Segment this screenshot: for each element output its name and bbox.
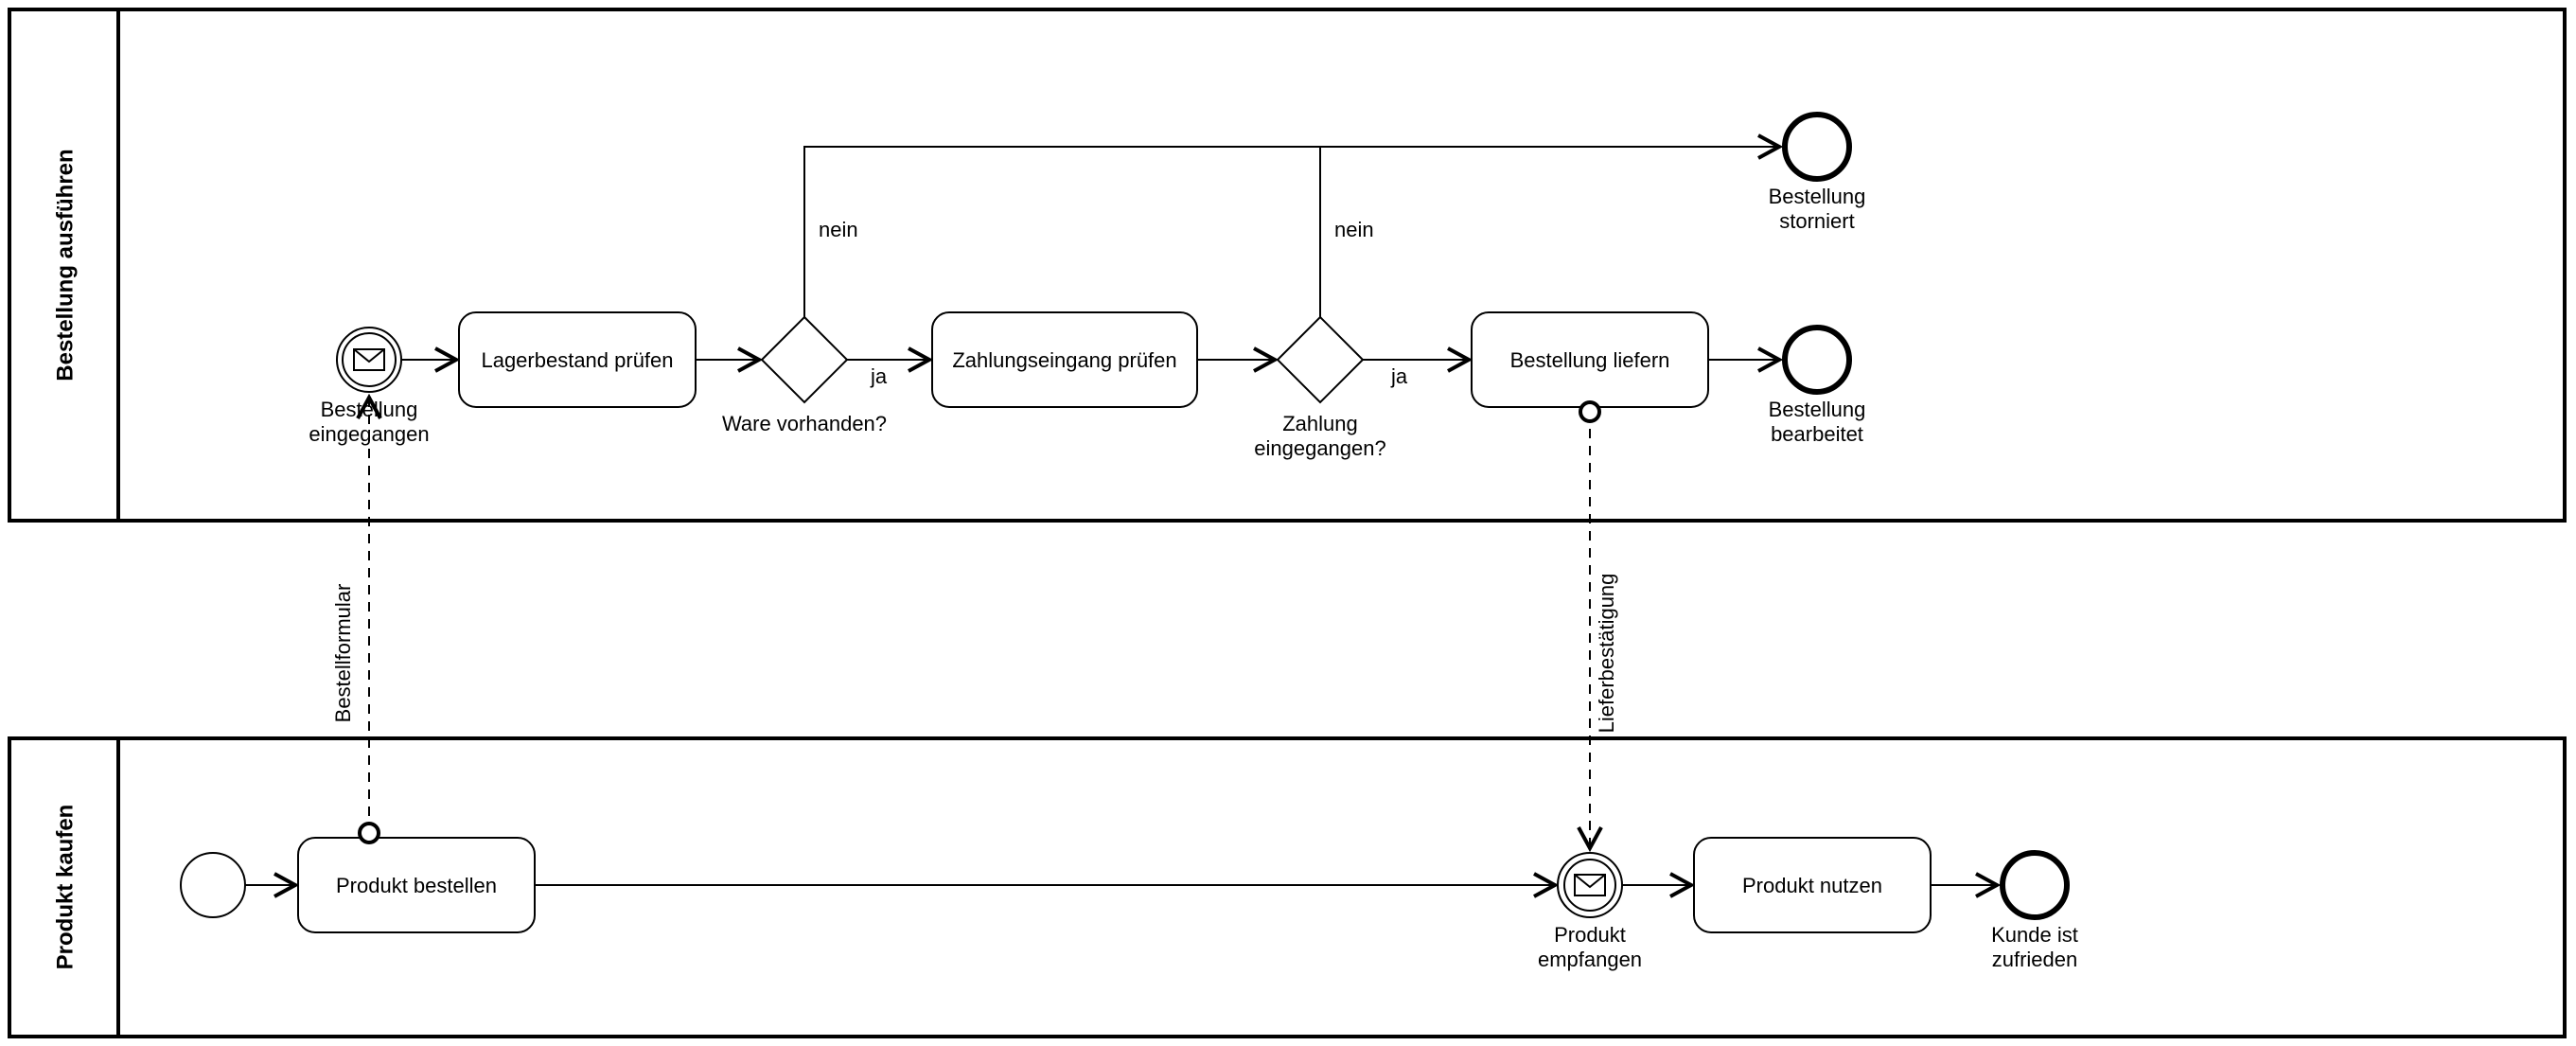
svg-text:Bestellung: Bestellung xyxy=(1769,398,1866,421)
svg-text:Kunde ist: Kunde ist xyxy=(1991,923,2078,947)
flow-label-nein: nein xyxy=(819,218,858,241)
message-label-order-form: Bestellformular xyxy=(331,584,355,723)
pool-top-title: Bestellung ausführen xyxy=(52,149,78,381)
svg-text:storniert: storniert xyxy=(1779,209,1854,233)
flow-label-ja: ja xyxy=(1390,364,1408,388)
svg-text:Ware vorhanden?: Ware vorhanden? xyxy=(722,412,887,435)
start-event-customer xyxy=(181,853,245,917)
envelope-icon xyxy=(1575,875,1605,895)
task-check-stock: Lagerbestand prüfen xyxy=(459,312,696,407)
svg-text:Bestellung: Bestellung xyxy=(1769,185,1866,208)
flow-label-ja: ja xyxy=(870,364,888,388)
svg-text:empfangen: empfangen xyxy=(1538,948,1642,971)
svg-text:Zahlungseingang prüfen: Zahlungseingang prüfen xyxy=(952,348,1176,372)
svg-text:Lagerbestand prüfen: Lagerbestand prüfen xyxy=(481,348,673,372)
pool-bottom-title: Produkt kaufen xyxy=(52,805,78,970)
task-use-product: Produkt nutzen xyxy=(1694,838,1931,932)
svg-text:eingegangen?: eingegangen? xyxy=(1254,436,1385,460)
envelope-icon xyxy=(354,349,384,370)
svg-text:zufrieden: zufrieden xyxy=(1992,948,2078,971)
svg-text:bearbeitet: bearbeitet xyxy=(1771,422,1863,446)
svg-text:Bestellung liefern: Bestellung liefern xyxy=(1510,348,1670,372)
svg-text:Produkt bestellen: Produkt bestellen xyxy=(336,874,497,897)
message-label-delivery-confirm: Lieferbestätigung xyxy=(1595,574,1618,734)
flow-label-nein: nein xyxy=(1334,218,1374,241)
task-deliver-order: Bestellung liefern xyxy=(1472,312,1708,407)
task-check-payment: Zahlungseingang prüfen xyxy=(932,312,1197,407)
task-order-product: Produkt bestellen xyxy=(298,838,535,932)
svg-text:Zahlung: Zahlung xyxy=(1282,412,1358,435)
svg-text:Produkt nutzen: Produkt nutzen xyxy=(1742,874,1882,897)
svg-text:Produkt: Produkt xyxy=(1554,923,1626,947)
